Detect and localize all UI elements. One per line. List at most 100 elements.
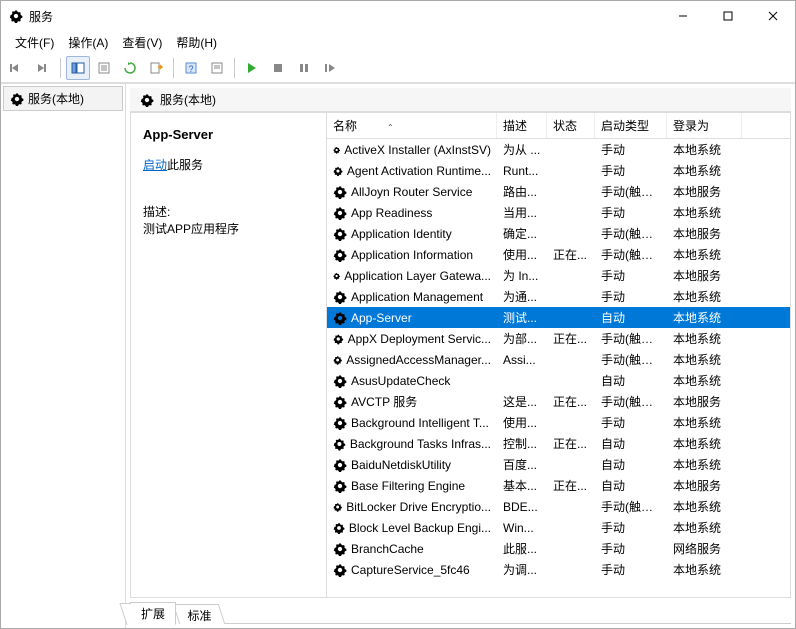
service-start-type: 手动: [595, 286, 667, 307]
menubar: 文件(F) 操作(A) 查看(V) 帮助(H): [1, 31, 795, 53]
restart-service-button[interactable]: [318, 56, 342, 80]
help-button[interactable]: ?: [179, 56, 203, 80]
service-row[interactable]: Base Filtering Engine 基本...正在...自动本地服务: [327, 475, 790, 496]
service-logon: 本地系统: [667, 496, 742, 517]
service-logon: 本地系统: [667, 286, 742, 307]
service-start-type: 手动: [595, 559, 667, 580]
service-logon: 本地系统: [667, 454, 742, 475]
inner-title-text: 服务(本地): [160, 91, 216, 108]
service-row[interactable]: Application Information使用...正在...手动(触发..…: [327, 244, 790, 265]
service-status: 正在...: [547, 328, 595, 349]
service-row[interactable]: AssignedAccessManager...Assi...手动(触发...本…: [327, 349, 790, 370]
service-row[interactable]: ActiveX Installer (AxInstSV)为从 ...手动本地系统: [327, 139, 790, 160]
service-status: 正在...: [547, 433, 595, 454]
service-start-type: 手动: [595, 538, 667, 559]
service-status: [547, 274, 595, 278]
stop-service-button[interactable]: [266, 56, 290, 80]
gear-icon: [333, 374, 347, 388]
service-desc: 基本...: [497, 475, 547, 496]
service-start-type: 自动: [595, 475, 667, 496]
service-row[interactable]: AsusUpdateCheck自动本地系统: [327, 370, 790, 391]
maximize-button[interactable]: [705, 1, 750, 31]
service-name: Base Filtering Engine: [351, 479, 465, 493]
back-button[interactable]: [5, 56, 29, 80]
service-status: [547, 463, 595, 467]
service-row[interactable]: App-Server测试...自动本地系统: [327, 307, 790, 328]
detail-pane: App-Server 启动此服务 描述: 测试APP应用程序: [131, 113, 326, 597]
gear-icon: [333, 521, 345, 535]
service-logon: 本地系统: [667, 202, 742, 223]
service-row[interactable]: Background Tasks Infras...控制...正在...自动本地…: [327, 433, 790, 454]
service-logon: 本地服务: [667, 475, 742, 496]
service-row[interactable]: BaiduNetdiskUtility百度...自动本地系统: [327, 454, 790, 475]
col-header-desc[interactable]: 描述: [497, 113, 547, 138]
service-logon: 本地系统: [667, 160, 742, 181]
service-row[interactable]: Background Intelligent T...使用...手动本地系统: [327, 412, 790, 433]
service-row[interactable]: AVCTP 服务这是...正在...手动(触发...本地服务: [327, 391, 790, 412]
service-row[interactable]: Application Management为通...手动本地系统: [327, 286, 790, 307]
service-logon: 本地系统: [667, 559, 742, 580]
col-header-logon[interactable]: 登录为: [667, 113, 742, 138]
service-name: AssignedAccessManager...: [346, 353, 491, 367]
minimize-button[interactable]: [660, 1, 705, 31]
service-row[interactable]: Block Level Backup Engi...Win...手动本地系统: [327, 517, 790, 538]
service-row[interactable]: App Readiness当用...手动本地系统: [327, 202, 790, 223]
service-list[interactable]: ActiveX Installer (AxInstSV)为从 ...手动本地系统…: [327, 139, 790, 597]
menu-file[interactable]: 文件(F): [9, 32, 60, 53]
service-row[interactable]: Agent Activation Runtime...Runt...手动本地系统: [327, 160, 790, 181]
service-desc: BDE...: [497, 498, 547, 516]
service-status: [547, 211, 595, 215]
service-row[interactable]: AppX Deployment Servic...为部...正在...手动(触发…: [327, 328, 790, 349]
service-status: [547, 190, 595, 194]
service-row[interactable]: AllJoyn Router Service路由...手动(触发...本地服务: [327, 181, 790, 202]
service-logon: 本地服务: [667, 223, 742, 244]
col-header-start-type[interactable]: 启动类型: [595, 113, 667, 138]
start-service-link[interactable]: 启动: [143, 158, 167, 172]
col-header-name[interactable]: 名称⌃: [327, 113, 497, 138]
tab-extended[interactable]: 扩展: [130, 602, 176, 625]
service-name: Block Level Backup Engi...: [349, 521, 491, 535]
tab-standard[interactable]: 标准: [173, 604, 226, 624]
start-service-button[interactable]: [240, 56, 264, 80]
menu-view[interactable]: 查看(V): [116, 32, 168, 53]
service-start-type: 手动: [595, 517, 667, 538]
service-row[interactable]: BitLocker Drive Encryptio...BDE...手动(触发.…: [327, 496, 790, 517]
service-row[interactable]: CaptureService_5fc46为调...手动本地系统: [327, 559, 790, 580]
properties-button[interactable]: [92, 56, 116, 80]
service-status: [547, 568, 595, 572]
service-logon: 本地系统: [667, 328, 742, 349]
service-desc: 这是...: [497, 391, 547, 412]
gear-icon: [333, 458, 347, 472]
close-button[interactable]: [750, 1, 795, 31]
service-row[interactable]: Application Identity确定...手动(触发...本地服务: [327, 223, 790, 244]
about-button[interactable]: [205, 56, 229, 80]
forward-button[interactable]: [31, 56, 55, 80]
service-desc: 测试...: [497, 307, 547, 328]
pause-service-button[interactable]: [292, 56, 316, 80]
service-desc: 百度...: [497, 454, 547, 475]
service-status: [547, 379, 595, 383]
menu-action[interactable]: 操作(A): [62, 32, 114, 53]
show-hide-tree-button[interactable]: [66, 56, 90, 80]
tree-root-services[interactable]: 服务(本地): [3, 86, 123, 111]
service-status: [547, 148, 595, 152]
gear-icon: [10, 92, 24, 106]
gear-icon: [333, 227, 347, 241]
gear-icon: [333, 479, 347, 493]
gear-icon: [333, 353, 342, 367]
service-name: App Readiness: [351, 206, 432, 220]
service-start-type: 手动: [595, 265, 667, 286]
service-start-type: 自动: [595, 433, 667, 454]
export-list-button[interactable]: [144, 56, 168, 80]
refresh-button[interactable]: [118, 56, 142, 80]
col-header-status[interactable]: 状态: [547, 113, 595, 138]
service-name: AppX Deployment Servic...: [348, 332, 491, 346]
service-name: Application Identity: [351, 227, 452, 241]
service-status: 正在...: [547, 475, 595, 496]
service-desc: 使用...: [497, 412, 547, 433]
service-row[interactable]: Application Layer Gatewa...为 In...手动本地服务: [327, 265, 790, 286]
service-row[interactable]: BranchCache此服...手动网络服务: [327, 538, 790, 559]
gear-icon: [333, 311, 347, 325]
menu-help[interactable]: 帮助(H): [170, 32, 223, 53]
service-status: 正在...: [547, 391, 595, 412]
